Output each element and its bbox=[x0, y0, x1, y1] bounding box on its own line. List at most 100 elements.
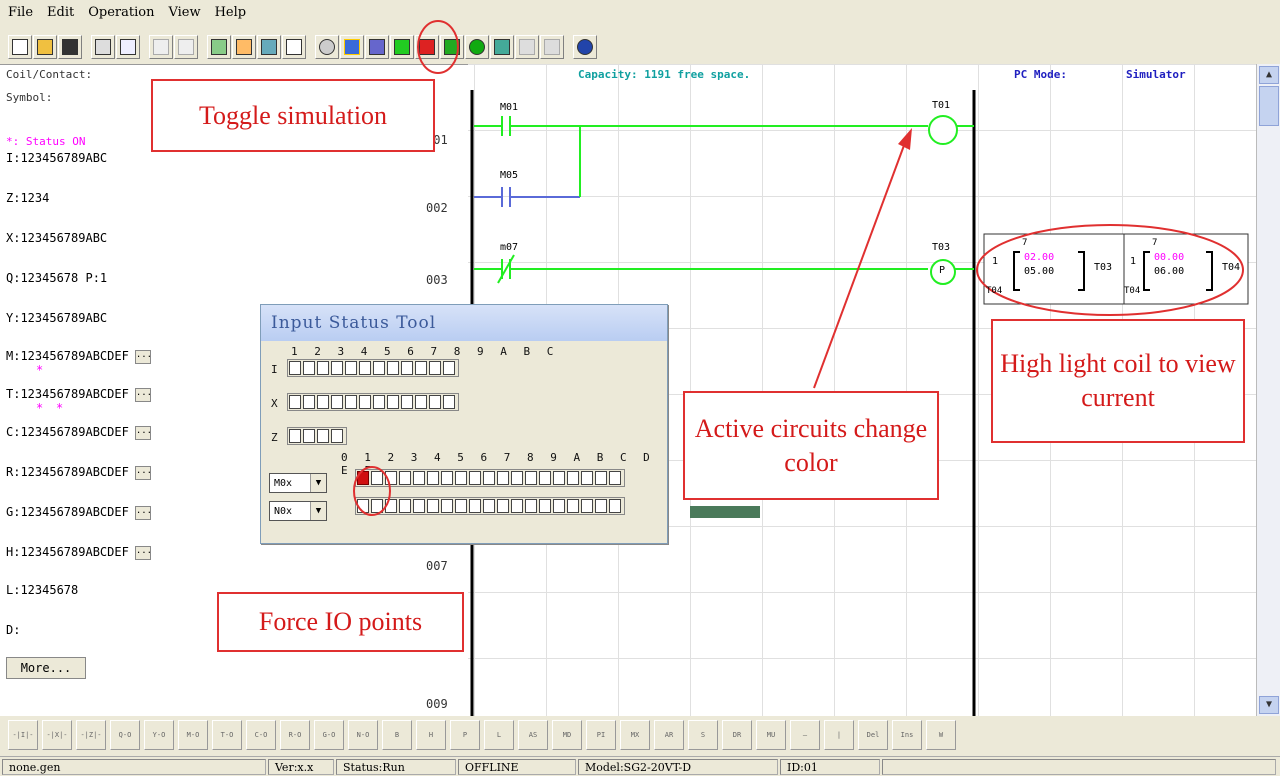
insert-coil-c-button[interactable]: C-O bbox=[246, 720, 276, 750]
help-button[interactable] bbox=[573, 35, 597, 59]
force-toggle[interactable] bbox=[289, 395, 301, 409]
print-button[interactable] bbox=[91, 35, 115, 59]
insert-contact-i-button[interactable]: -|I|- bbox=[8, 720, 38, 750]
m-bank-select[interactable]: M0x ▼ bbox=[269, 473, 327, 493]
insert-b-button[interactable]: B bbox=[382, 720, 412, 750]
force-toggle[interactable] bbox=[399, 471, 411, 485]
insert-coil-q-button[interactable]: Q-O bbox=[110, 720, 140, 750]
force-toggle[interactable] bbox=[317, 361, 329, 375]
force-toggle[interactable] bbox=[331, 361, 343, 375]
insert-dr-button[interactable]: DR bbox=[722, 720, 752, 750]
insert-l-button[interactable]: L bbox=[484, 720, 514, 750]
insert-coil-g-button[interactable]: G-O bbox=[314, 720, 344, 750]
insert-md-button[interactable]: MD bbox=[552, 720, 582, 750]
force-toggle[interactable] bbox=[399, 499, 411, 513]
force-toggle[interactable] bbox=[581, 471, 593, 485]
stop-button[interactable] bbox=[415, 35, 439, 59]
force-toggle[interactable] bbox=[511, 471, 523, 485]
scroll-thumb[interactable] bbox=[1259, 86, 1279, 126]
force-toggle[interactable] bbox=[469, 499, 481, 513]
toggle-simulation-button[interactable] bbox=[340, 35, 364, 59]
insert-coil-n-button[interactable]: N-O bbox=[348, 720, 378, 750]
hmi-h-more-button[interactable]: ... bbox=[134, 545, 152, 560]
dialog-title[interactable]: Input Status Tool bbox=[261, 305, 667, 341]
force-toggle[interactable] bbox=[595, 471, 607, 485]
force-toggle[interactable] bbox=[415, 361, 427, 375]
monitor-button[interactable] bbox=[315, 35, 339, 59]
insert-s-button[interactable]: S bbox=[688, 720, 718, 750]
new-file-button[interactable] bbox=[8, 35, 32, 59]
vertical-scrollbar[interactable]: ▲ ▼ bbox=[1256, 64, 1280, 716]
more-button[interactable]: More... bbox=[6, 657, 86, 679]
force-toggle[interactable] bbox=[357, 471, 369, 485]
force-toggle[interactable] bbox=[345, 361, 357, 375]
force-toggle[interactable] bbox=[567, 471, 579, 485]
insert-coil-y-button[interactable]: Y-O bbox=[144, 720, 174, 750]
print-preview-button[interactable] bbox=[116, 35, 140, 59]
program-button[interactable] bbox=[465, 35, 489, 59]
force-toggle[interactable] bbox=[289, 429, 301, 443]
n-bank-select[interactable]: N0x ▼ bbox=[269, 501, 327, 521]
force-toggle[interactable] bbox=[609, 499, 621, 513]
insert-pi-button[interactable]: PI bbox=[586, 720, 616, 750]
write-button[interactable] bbox=[515, 35, 539, 59]
insert-ar-button[interactable]: AR bbox=[654, 720, 684, 750]
force-toggle[interactable] bbox=[497, 471, 509, 485]
force-toggle[interactable] bbox=[359, 395, 371, 409]
force-toggle[interactable] bbox=[345, 395, 357, 409]
insert-h-button[interactable]: H bbox=[416, 720, 446, 750]
force-toggle[interactable] bbox=[429, 361, 441, 375]
force-toggle[interactable] bbox=[497, 499, 509, 513]
force-toggle[interactable] bbox=[483, 471, 495, 485]
force-toggle[interactable] bbox=[401, 361, 413, 375]
force-toggle[interactable] bbox=[331, 395, 343, 409]
fbd-view-button[interactable] bbox=[232, 35, 256, 59]
force-toggle[interactable] bbox=[385, 499, 397, 513]
force-toggle[interactable] bbox=[373, 361, 385, 375]
force-toggle[interactable] bbox=[317, 395, 329, 409]
force-toggle[interactable] bbox=[443, 361, 455, 375]
compare-button[interactable] bbox=[540, 35, 564, 59]
insert-coil-m-button[interactable]: M-O bbox=[178, 720, 208, 750]
force-toggle[interactable] bbox=[429, 395, 441, 409]
force-toggle[interactable] bbox=[413, 471, 425, 485]
force-toggle[interactable] bbox=[553, 499, 565, 513]
insert-contact-z-button[interactable]: -|Z|- bbox=[76, 720, 106, 750]
connect-button[interactable] bbox=[365, 35, 389, 59]
insert-p-button[interactable]: P bbox=[450, 720, 480, 750]
force-toggle[interactable] bbox=[303, 395, 315, 409]
counter-c-more-button[interactable]: ... bbox=[134, 425, 152, 440]
force-toggle[interactable] bbox=[373, 395, 385, 409]
force-toggle[interactable] bbox=[385, 471, 397, 485]
force-toggle[interactable] bbox=[427, 471, 439, 485]
force-toggle[interactable] bbox=[331, 429, 343, 443]
scroll-up-button[interactable]: ▲ bbox=[1259, 66, 1279, 84]
force-toggle[interactable] bbox=[567, 499, 579, 513]
insert-row-button[interactable]: Ins bbox=[892, 720, 922, 750]
delete-button[interactable]: Del bbox=[858, 720, 888, 750]
force-toggle[interactable] bbox=[455, 471, 467, 485]
force-toggle[interactable] bbox=[483, 499, 495, 513]
run-button[interactable] bbox=[390, 35, 414, 59]
insert-coil-t-button[interactable]: T-O bbox=[212, 720, 242, 750]
force-toggle[interactable] bbox=[387, 395, 399, 409]
compare-g-more-button[interactable]: ... bbox=[134, 505, 152, 520]
insert-contact-x-button[interactable]: -|X|- bbox=[42, 720, 72, 750]
force-toggle[interactable] bbox=[539, 471, 551, 485]
force-toggle[interactable] bbox=[553, 471, 565, 485]
force-toggle[interactable] bbox=[525, 499, 537, 513]
force-toggle[interactable] bbox=[539, 499, 551, 513]
force-toggle[interactable] bbox=[303, 429, 315, 443]
comment-button[interactable] bbox=[282, 35, 306, 59]
save-button[interactable] bbox=[58, 35, 82, 59]
read-button[interactable] bbox=[490, 35, 514, 59]
force-toggle[interactable] bbox=[289, 361, 301, 375]
scroll-down-button[interactable]: ▼ bbox=[1259, 696, 1279, 714]
redo-button[interactable] bbox=[174, 35, 198, 59]
insert-line-button[interactable]: — bbox=[790, 720, 820, 750]
force-toggle[interactable] bbox=[371, 471, 383, 485]
force-toggle[interactable] bbox=[609, 471, 621, 485]
menu-file[interactable]: File bbox=[8, 5, 33, 20]
undo-button[interactable] bbox=[149, 35, 173, 59]
force-toggle[interactable] bbox=[455, 499, 467, 513]
